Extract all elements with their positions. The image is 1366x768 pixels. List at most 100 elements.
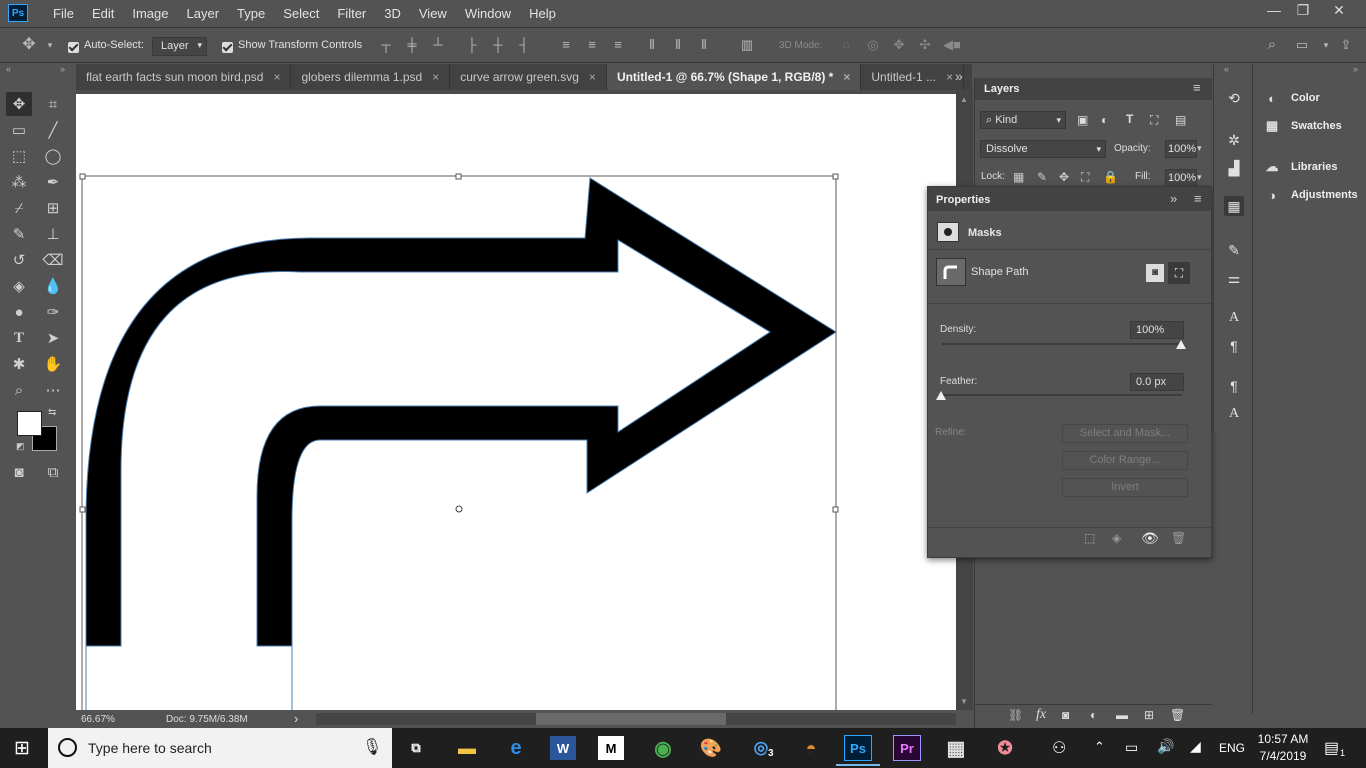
filter-shape-icon[interactable]: ⛶ bbox=[1150, 113, 1158, 128]
blend-mode-value: Dissolve bbox=[986, 143, 1028, 155]
properties-panel-icon[interactable]: ▦ bbox=[1224, 196, 1244, 216]
paragraph-panel-icon[interactable]: ¶ bbox=[1224, 336, 1244, 356]
filter-type-icon[interactable]: T bbox=[1126, 112, 1133, 126]
density-field[interactable]: 100% bbox=[1130, 321, 1184, 339]
windows-start-icon[interactable]: ⊞ bbox=[14, 737, 30, 760]
collapse-panel-icon[interactable]: » bbox=[1170, 191, 1177, 206]
photoshop-taskbar-icon[interactable]: Ps bbox=[836, 735, 880, 766]
app-icon[interactable]: ✪ bbox=[990, 734, 1020, 762]
collapse-strip-icon[interactable]: « bbox=[1224, 64, 1229, 74]
properties-panel: Properties » ≡ Masks Shape Path ◙ ⛶ Dens… bbox=[927, 186, 1212, 558]
shape-path-label: Shape Path bbox=[971, 266, 1029, 278]
search-circle-icon bbox=[58, 738, 77, 757]
volume-icon[interactable]: 🔊 bbox=[1157, 738, 1174, 755]
brush-settings-panel-icon[interactable]: ✎ bbox=[1224, 240, 1244, 260]
opacity-chevron-icon[interactable]: ▾ bbox=[1197, 143, 1202, 154]
fill-chevron-icon[interactable]: ▾ bbox=[1197, 172, 1202, 183]
horizontal-scroll-thumb[interactable] bbox=[536, 713, 726, 725]
windows-taskbar: ⊞ Type here to search 🎙 ⧉ ▬ e W M ◉ 🎨 ◎ 3… bbox=[0, 728, 1366, 768]
scroll-up-icon[interactable]: ▲ bbox=[960, 95, 968, 104]
layers-menu-icon[interactable]: ≡ bbox=[1193, 80, 1201, 95]
lock-pixels-icon[interactable]: ✎ bbox=[1037, 170, 1047, 184]
clock-date[interactable]: 7/4/2019 bbox=[1257, 749, 1309, 763]
character-styles-panel-icon[interactable]: A bbox=[1224, 404, 1244, 424]
paint-icon[interactable]: 🎨 bbox=[696, 734, 726, 762]
expand-dock-icon[interactable]: » bbox=[1353, 64, 1358, 74]
feather-slider-handle[interactable] bbox=[936, 391, 946, 400]
properties-menu-icon[interactable]: ≡ bbox=[1194, 191, 1202, 206]
instagram-icon[interactable]: ◎ 3 bbox=[746, 734, 776, 762]
kind-filter-dropdown[interactable]: ⌕ Kind ▾ bbox=[980, 111, 1066, 129]
folder-icon[interactable]: ▬ bbox=[1116, 708, 1128, 722]
feather-value: 0.0 px bbox=[1136, 376, 1166, 388]
character-panel-icon[interactable]: A bbox=[1224, 308, 1244, 328]
lock-artboard-icon[interactable]: ⛶ bbox=[1081, 170, 1089, 185]
histogram-panel-icon[interactable]: ▟ bbox=[1224, 158, 1244, 178]
history-panel-icon[interactable]: ⟲ bbox=[1224, 88, 1244, 108]
show-hidden-icons-chevron[interactable]: ⌃ bbox=[1094, 739, 1105, 755]
lock-all-icon[interactable]: 🔒 bbox=[1103, 170, 1118, 184]
apply-mask-icon[interactable]: ◈ bbox=[1112, 531, 1121, 545]
libraries-panel-tab[interactable]: ☁ Libraries bbox=[1263, 155, 1338, 179]
notification-count-badge: 1 bbox=[1337, 748, 1349, 758]
premiere-icon[interactable]: Pr bbox=[893, 735, 921, 761]
adjustment-icon[interactable]: ◐ bbox=[1090, 708, 1097, 722]
people-icon[interactable]: ⚇ bbox=[1052, 738, 1066, 758]
fill-field[interactable]: 100% bbox=[1165, 169, 1197, 187]
blend-mode-dropdown[interactable]: Dissolve ▾ bbox=[980, 140, 1106, 158]
new-layer-icon[interactable]: ⊞ bbox=[1144, 708, 1154, 722]
filter-adjustment-icon[interactable]: ◐ bbox=[1101, 113, 1108, 127]
scroll-down-icon[interactable]: ▼ bbox=[960, 697, 968, 706]
game-icon[interactable]: ◓ bbox=[796, 734, 826, 762]
collapsed-panels-dock: » ◐ Color ▦ Swatches ☁ Libraries ◑ Adjustmen… bbox=[1252, 64, 1366, 714]
lock-transparent-icon[interactable]: ▦ bbox=[1013, 170, 1024, 184]
task-view-icon[interactable]: ⧉ bbox=[401, 734, 431, 762]
add-pixel-mask-icon[interactable]: ◙ bbox=[1146, 264, 1164, 282]
wifi-icon[interactable]: ◢ bbox=[1190, 738, 1201, 755]
battery-icon[interactable]: ▭ bbox=[1125, 739, 1138, 756]
calculator-icon[interactable]: ▦ bbox=[941, 734, 971, 762]
clock-time[interactable]: 10:57 AM bbox=[1257, 732, 1309, 746]
brushes-panel-icon[interactable]: ⚌ bbox=[1224, 268, 1244, 288]
file-explorer-icon[interactable]: ▬ bbox=[452, 734, 482, 762]
chrome-icon[interactable]: ◉ bbox=[648, 734, 678, 762]
feather-slider-track[interactable] bbox=[942, 394, 1182, 396]
horizontal-scrollbar[interactable] bbox=[316, 713, 956, 725]
paragraph-styles-panel-icon[interactable]: ¶ bbox=[1224, 376, 1244, 396]
add-vector-mask-icon[interactable]: ⛶ bbox=[1168, 262, 1190, 284]
opacity-field[interactable]: 100% bbox=[1165, 140, 1197, 158]
fx-icon[interactable]: fx bbox=[1036, 707, 1046, 723]
language-indicator[interactable]: ENG bbox=[1219, 741, 1245, 755]
taskbar-search-box[interactable]: Type here to search 🎙 bbox=[48, 728, 392, 768]
lock-position-icon[interactable]: ✥ bbox=[1059, 170, 1069, 184]
density-slider-track[interactable] bbox=[942, 343, 1182, 345]
edge-icon[interactable]: e bbox=[501, 734, 531, 762]
color-panel-tab[interactable]: ◐ Color bbox=[1263, 86, 1320, 110]
word-icon[interactable]: W bbox=[550, 736, 576, 760]
filter-pixel-icon[interactable]: ▣ bbox=[1077, 113, 1088, 127]
density-slider-handle[interactable] bbox=[1176, 340, 1186, 349]
delete-mask-icon[interactable]: 🗑 bbox=[1171, 531, 1186, 545]
mask-icon[interactable]: ◙ bbox=[1062, 708, 1069, 722]
capcut-icon[interactable]: M bbox=[598, 736, 624, 760]
filter-smart-object-icon[interactable]: ▤ bbox=[1175, 113, 1186, 127]
adjustments-panel-tab[interactable]: ◑ Adjustments bbox=[1263, 183, 1358, 207]
status-menu-arrow[interactable]: › bbox=[294, 711, 298, 726]
adjustments-icon: ◑ bbox=[1268, 187, 1276, 203]
layers-title[interactable]: Layers bbox=[984, 83, 1019, 95]
shape-path-thumbnail[interactable] bbox=[936, 258, 966, 286]
feather-field[interactable]: 0.0 px bbox=[1130, 373, 1184, 391]
color-range-button[interactable]: Color Range... bbox=[1062, 451, 1188, 470]
select-and-mask-button[interactable]: Select and Mask... bbox=[1062, 424, 1188, 443]
microphone-icon[interactable]: 🎙 bbox=[362, 737, 382, 757]
foreground-color-swatch[interactable] bbox=[17, 411, 42, 436]
trash-icon[interactable]: 🗑 bbox=[1170, 708, 1185, 722]
swatches-panel-tab[interactable]: ▦ Swatches bbox=[1263, 114, 1342, 138]
navigator-panel-icon[interactable]: ✲ bbox=[1224, 130, 1244, 150]
visibility-eye-icon[interactable]: 👁 bbox=[1141, 530, 1159, 547]
properties-title[interactable]: Properties bbox=[936, 194, 990, 206]
zoom-level[interactable]: 66.67% bbox=[81, 714, 115, 725]
load-selection-icon[interactable]: ⬚ bbox=[1084, 531, 1095, 545]
invert-button[interactable]: Invert bbox=[1062, 478, 1188, 497]
link-icon[interactable]: ⛓ bbox=[1008, 708, 1023, 722]
